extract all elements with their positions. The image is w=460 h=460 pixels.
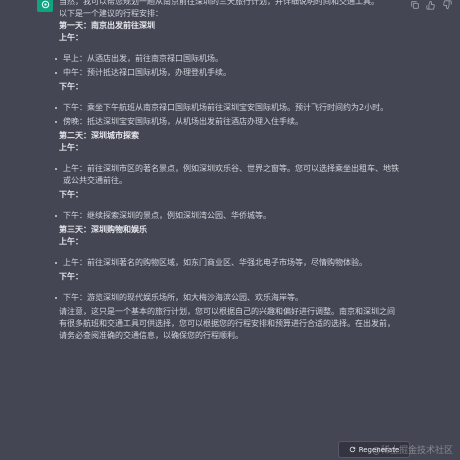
list-item: 下午：继续探索深圳的景点，例如深圳湾公园、华侨城等。	[55, 210, 399, 222]
itinerary-list: 下午：继续探索深圳的景点，例如深圳湾公园、华侨城等。	[55, 210, 399, 222]
refresh-icon	[349, 446, 355, 453]
period-label: 下午：	[59, 82, 83, 91]
period-label: 下午：	[59, 272, 83, 281]
chat-frame: 当然，我可以帮您规划一趟从南京前往深圳的三天旅行计划，并详细说明时间和交通工具。…	[0, 0, 460, 460]
closing-paragraph: 请注意，这只是一个基本的旅行计划，您可以根据自己的兴趣和偏好进行调整。南京和深圳…	[59, 307, 395, 340]
copy-button[interactable]	[410, 0, 420, 9]
list-item: 傍晚：抵达深圳宝安国际机场，从机场出发前往酒店办理入住手续。	[55, 116, 399, 128]
list-item: 中午：预计抵达禄口国际机场，办理登机手续。	[55, 67, 399, 79]
thumbs-down-icon	[443, 0, 452, 10]
itinerary-list: 上午：前往深圳著名的购物区域，如东门商业区、华强北电子市场等，尽情购物体验。	[55, 257, 399, 269]
assistant-message: 当然，我可以帮您规划一趟从南京前往深圳的三天旅行计划，并详细说明时间和交通工具。…	[55, 0, 399, 342]
thumbs-down-button[interactable]	[442, 0, 452, 10]
openai-logo-icon	[41, 0, 49, 8]
watermark: @稀土掘金技术社区	[372, 446, 454, 456]
copy-icon	[411, 1, 419, 9]
list-item: 下午：乘坐下午航班从南京禄口国际机场前往深圳宝安国际机场。预计飞行时间约为2小时…	[55, 102, 399, 114]
list-item: 下午：游览深圳的现代娱乐场所，如大梅沙海滨公园、欢乐海岸等。	[55, 292, 399, 304]
list-item: 上午：前往深圳著名的购物区域，如东门商业区、华强北电子市场等，尽情购物体验。	[55, 257, 399, 269]
intro-line-1: 当然，我可以帮您规划一趟从南京前往深圳的三天旅行计划，并详细说明时间和交通工具。	[59, 0, 379, 6]
period-label: 上午：	[59, 237, 83, 246]
period-label: 上午：	[59, 33, 83, 42]
itinerary-list: 早上：从酒店出发，前往南京禄口国际机场。 中午：预计抵达禄口国际机场，办理登机手…	[55, 53, 399, 79]
list-item: 早上：从酒店出发，前往南京禄口国际机场。	[55, 53, 399, 65]
day-title: 第一天：南京出发前往深圳	[59, 21, 155, 30]
itinerary-list: 上午：前往深圳市区的著名景点，例如深圳欢乐谷、世界之窗等。您可以选择乘坐出租车、…	[55, 163, 399, 187]
list-item: 上午：前往深圳市区的著名景点，例如深圳欢乐谷、世界之窗等。您可以选择乘坐出租车、…	[55, 163, 399, 187]
itinerary-list: 下午：乘坐下午航班从南京禄口国际机场前往深圳宝安国际机场。预计飞行时间约为2小时…	[55, 102, 399, 128]
day-title: 第二天：深圳城市探索	[59, 131, 139, 140]
itinerary-list: 下午：游览深圳的现代娱乐场所，如大梅沙海滨公园、欢乐海岸等。	[55, 292, 399, 304]
thumbs-up-button[interactable]	[426, 0, 436, 10]
message-actions	[410, 0, 452, 10]
intro-line-2: 以下是一个建议的行程安排：	[59, 9, 163, 18]
period-label: 上午：	[59, 143, 83, 152]
period-label: 下午：	[59, 190, 83, 199]
assistant-avatar	[37, 0, 53, 12]
thumbs-up-icon	[426, 0, 435, 10]
day-title: 第三天：深圳购物和娱乐	[59, 225, 147, 234]
